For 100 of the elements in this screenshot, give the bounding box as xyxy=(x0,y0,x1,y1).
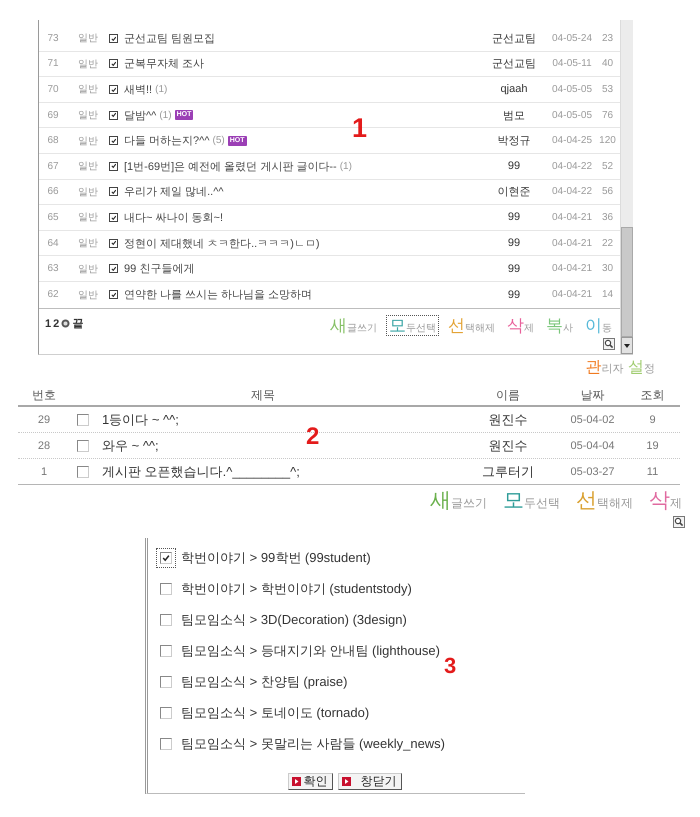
checkbox[interactable] xyxy=(109,110,118,120)
post-title[interactable]: 새벽!! xyxy=(124,82,152,97)
post-category: 일반 xyxy=(78,160,98,174)
post-number: 73 xyxy=(47,32,59,44)
board-option-label: 학번이야기 > 학번이야기 (studentstody) xyxy=(181,580,412,598)
last-page-link[interactable]: 끝 xyxy=(72,316,84,332)
post-date: 04-04-21 xyxy=(552,263,592,274)
page-link[interactable]: 1 xyxy=(45,318,52,330)
post-title[interactable]: 와우 ~ ^^; xyxy=(102,436,159,454)
post-title[interactable]: 연약한 나를 쓰시는 하나님을 소망하며 xyxy=(124,287,312,302)
circle-icon[interactable] xyxy=(61,319,70,328)
view-count: 52 xyxy=(602,160,614,172)
board-option-label: 팀모임소식 > 등대지기와 안내팀 (lighthouse) xyxy=(181,642,440,660)
post-date: 04-04-21 xyxy=(552,212,592,223)
checkbox[interactable] xyxy=(160,738,172,750)
comment-count: (1) xyxy=(340,160,352,172)
checkbox[interactable] xyxy=(77,440,89,452)
column-header: 번호 xyxy=(31,387,57,404)
checkbox[interactable] xyxy=(160,706,172,719)
post-category: 일반 xyxy=(78,134,98,148)
post-title[interactable]: 99 친구들에게 xyxy=(124,261,194,276)
post-category: 일반 xyxy=(78,288,98,302)
scrollbar-thumb[interactable] xyxy=(621,227,633,337)
search-icon[interactable] xyxy=(673,516,685,528)
column-header: 제목 xyxy=(250,387,276,404)
checkbox[interactable] xyxy=(109,290,118,300)
post-number: 65 xyxy=(47,212,59,223)
checkbox[interactable] xyxy=(109,264,118,274)
post-date: 04-04-21 xyxy=(552,289,592,300)
post-title[interactable]: [1번-69번]은 예전에 올렸던 게시판 글이다-- xyxy=(124,158,337,174)
checkbox[interactable] xyxy=(77,414,89,426)
post-date: 04-05-11 xyxy=(552,58,592,70)
post-author: 99 xyxy=(508,160,520,172)
search-icon[interactable] xyxy=(603,338,615,350)
annotation-number: 1 xyxy=(352,115,368,142)
checkbox[interactable] xyxy=(160,644,172,657)
checkbox[interactable] xyxy=(109,34,118,43)
post-title[interactable]: 1등이다 ~ ^^; xyxy=(102,410,179,428)
column-header: 날짜 xyxy=(580,387,606,404)
checkbox[interactable] xyxy=(109,238,118,248)
post-date: 05-03-27 xyxy=(570,466,615,478)
post-date: 04-05-05 xyxy=(552,110,592,121)
checkbox[interactable] xyxy=(160,552,172,564)
checkbox[interactable] xyxy=(160,676,172,688)
post-number: 62 xyxy=(47,289,59,300)
post-number: 71 xyxy=(47,58,59,70)
caret-down-icon xyxy=(624,344,630,348)
post-category: 일반 xyxy=(78,58,98,71)
post-date: 04-04-21 xyxy=(552,238,592,249)
arrow-bullet-icon xyxy=(292,777,300,786)
post-title[interactable]: 군복무자체 조사 xyxy=(124,56,204,72)
view-count: 56 xyxy=(602,186,614,198)
view-count: 22 xyxy=(602,238,614,249)
post-category: 일반 xyxy=(78,32,98,46)
comment-count: (5) xyxy=(212,135,225,146)
view-count: 30 xyxy=(602,263,614,274)
post-number: 68 xyxy=(47,135,59,146)
post-date: 04-05-24 xyxy=(552,32,592,44)
post-title[interactable]: 군선교팀 팀원모집 xyxy=(124,30,216,46)
scroll-down-button[interactable] xyxy=(621,337,633,354)
checkbox[interactable] xyxy=(109,212,118,222)
post-author: 99 xyxy=(508,211,520,224)
post-category: 일반 xyxy=(78,83,98,96)
checkbox[interactable] xyxy=(109,136,118,146)
board-option-label: 팀모임소식 > 찬양팀 (praise) xyxy=(181,672,348,691)
post-title[interactable]: 우리가 제일 많네..^^ xyxy=(124,184,224,200)
scrollbar[interactable] xyxy=(620,20,633,354)
post-author: 군선교팀 xyxy=(492,32,536,46)
arrow-bullet-icon xyxy=(342,777,350,786)
post-title[interactable]: 게시판 오픈했습니다.^________^; xyxy=(102,462,300,480)
post-author: 99 xyxy=(508,288,520,301)
board-option-label: 팀모임소식 > 3D(Decoration) (3design) xyxy=(181,610,407,629)
post-number: 69 xyxy=(47,110,59,121)
confirm-button[interactable]: 확인 xyxy=(288,773,332,790)
post-date: 04-05-05 xyxy=(552,84,592,95)
post-number: 28 xyxy=(38,440,50,452)
post-title[interactable]: 다들 머하는지?^^ xyxy=(124,133,210,148)
post-title[interactable]: 정현이 제대했네 ㅊㅋ한다..ㅋㅋㅋ)ㄴㅁ) xyxy=(124,236,320,251)
checkbox[interactable] xyxy=(77,466,89,478)
post-author: qjaah xyxy=(500,83,528,96)
post-title[interactable]: 달밤^^ xyxy=(124,108,156,123)
checkbox[interactable] xyxy=(160,582,172,595)
post-number: 70 xyxy=(47,84,59,95)
close-button[interactable]: 창닫기 xyxy=(338,773,402,790)
post-category: 일반 xyxy=(78,211,98,224)
checkbox[interactable] xyxy=(160,614,172,626)
checkbox[interactable] xyxy=(109,84,118,94)
page-link[interactable]: 2 xyxy=(53,318,60,330)
checkbox[interactable] xyxy=(109,187,118,196)
post-author: 원진수 xyxy=(488,410,528,428)
view-count: 76 xyxy=(602,110,614,121)
post-author: 범모 xyxy=(503,108,525,123)
checkbox[interactable] xyxy=(109,162,118,171)
comment-count: (1) xyxy=(159,110,172,121)
view-count: 9 xyxy=(649,414,656,426)
post-title[interactable]: 내다~ 싸나이 동회~! xyxy=(124,210,224,225)
view-count: 23 xyxy=(602,32,614,44)
checkbox[interactable] xyxy=(109,59,118,68)
post-author: 그루터기 xyxy=(482,462,534,480)
post-author: 99 xyxy=(508,262,520,275)
